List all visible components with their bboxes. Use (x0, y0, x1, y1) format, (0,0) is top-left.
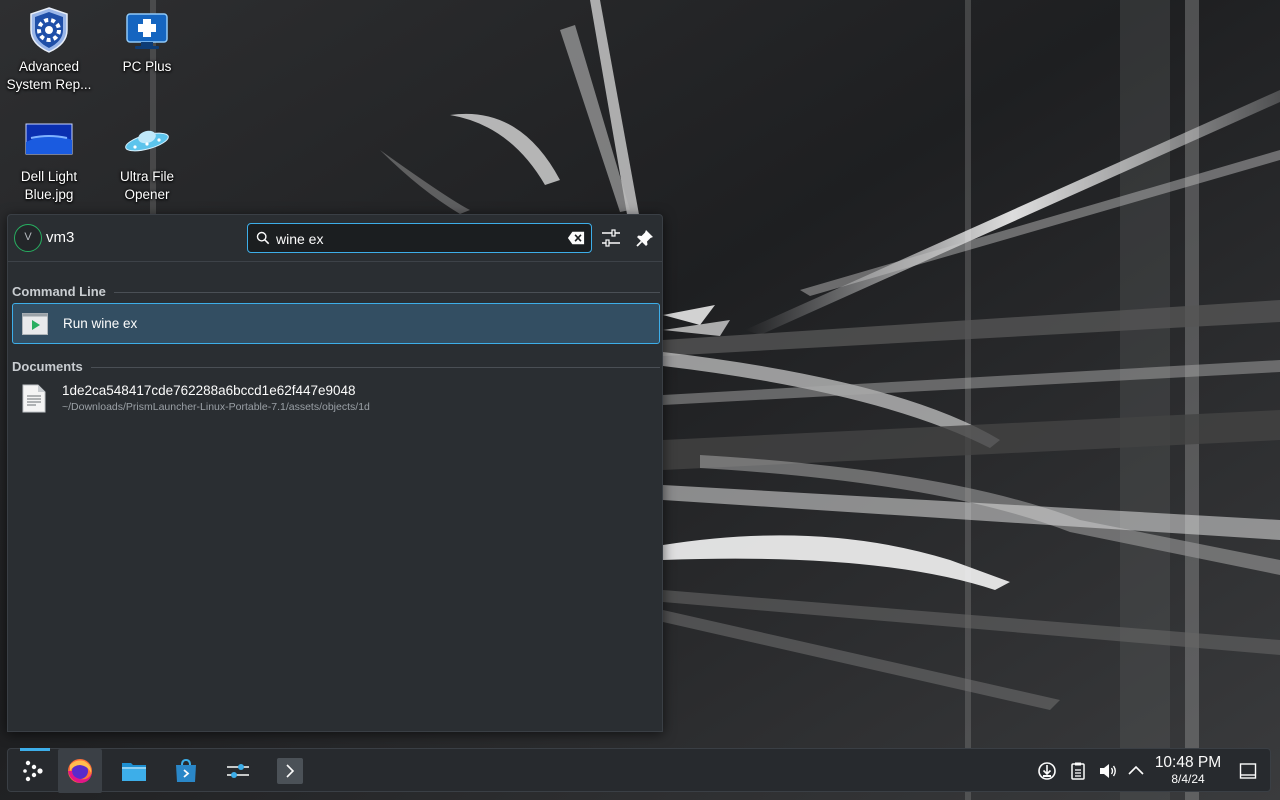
expand-tray-icon[interactable] (1126, 761, 1146, 781)
show-desktop-icon[interactable] (1238, 761, 1258, 781)
pin-icon[interactable] (635, 228, 655, 248)
section-title: Documents (12, 359, 91, 374)
section-title: Command Line (12, 284, 114, 299)
result-subtitle: ~/Downloads/PrismLauncher-Linux-Portable… (62, 401, 370, 413)
desktop-icon-label: Dell Light Blue.jpg (20, 169, 78, 202)
clock-time: 10:48 PM (1154, 754, 1222, 771)
desktop-icon-advanced-system-repair[interactable]: Advanced System Rep... (0, 6, 98, 94)
result-label: 1de2ca548417cde762288a6bccd1e62f447e9048 (62, 383, 356, 398)
application-launcher-button[interactable] (12, 749, 56, 793)
clock-date: 8/4/24 (1171, 772, 1205, 786)
settings-sliders-icon (227, 764, 249, 778)
taskbar-dolphin[interactable] (112, 749, 156, 793)
user-avatar[interactable]: V (14, 224, 42, 252)
taskbar-firefox[interactable] (58, 749, 102, 793)
clear-search-icon[interactable] (567, 230, 585, 246)
desktop-icon-pc-plus[interactable]: PC Plus (98, 6, 196, 76)
desktop-icon-ultra-file-opener[interactable]: Ultra File Opener (98, 116, 196, 204)
kde-launcher-icon (23, 760, 43, 782)
result-document[interactable]: 1de2ca548417cde762288a6bccd1e62f447e9048… (12, 379, 660, 419)
launcher-header: V vm3 (8, 215, 662, 262)
store-bag-icon (176, 758, 196, 782)
desktop-icon-label: PC Plus (122, 59, 172, 74)
terminal-icon (277, 758, 303, 784)
desktop-icon-label: Ultra File Opener (119, 169, 174, 202)
result-label: Run wine ex (63, 316, 138, 331)
search-input[interactable] (276, 229, 556, 249)
search-icon (256, 231, 270, 245)
user-name: vm3 (46, 229, 75, 246)
taskbar: 10:48 PM 8/4/24 (7, 748, 1271, 793)
section-header-command-line: Command Line (12, 284, 660, 300)
ufo-icon (125, 130, 169, 152)
result-run-command[interactable]: Run wine ex (12, 303, 660, 344)
volume-icon[interactable] (1098, 761, 1118, 781)
folder-icon (122, 763, 146, 781)
image-file-icon (25, 123, 73, 155)
network-icon[interactable] (1037, 761, 1057, 781)
firefox-icon (68, 759, 92, 783)
configure-search-icon[interactable] (600, 227, 622, 249)
text-document-icon (22, 384, 46, 413)
section-header-documents: Documents (12, 359, 660, 375)
medical-monitor-icon (126, 13, 168, 49)
desktop-icon-label: Advanced System Rep... (6, 59, 92, 92)
desktop-icon-dell-light-blue[interactable]: Dell Light Blue.jpg (0, 116, 98, 204)
taskbar-system-settings[interactable] (216, 749, 260, 793)
section-divider (12, 367, 660, 368)
terminal-run-icon (22, 313, 48, 335)
application-launcher-panel: V vm3 Command Line (7, 214, 663, 732)
digital-clock[interactable]: 10:48 PM 8/4/24 (1148, 754, 1228, 786)
taskbar-discover[interactable] (164, 749, 208, 793)
taskbar-konsole[interactable] (268, 749, 312, 793)
shield-gear-icon (30, 7, 68, 53)
clipboard-icon[interactable] (1068, 761, 1088, 781)
search-field[interactable] (247, 223, 592, 253)
